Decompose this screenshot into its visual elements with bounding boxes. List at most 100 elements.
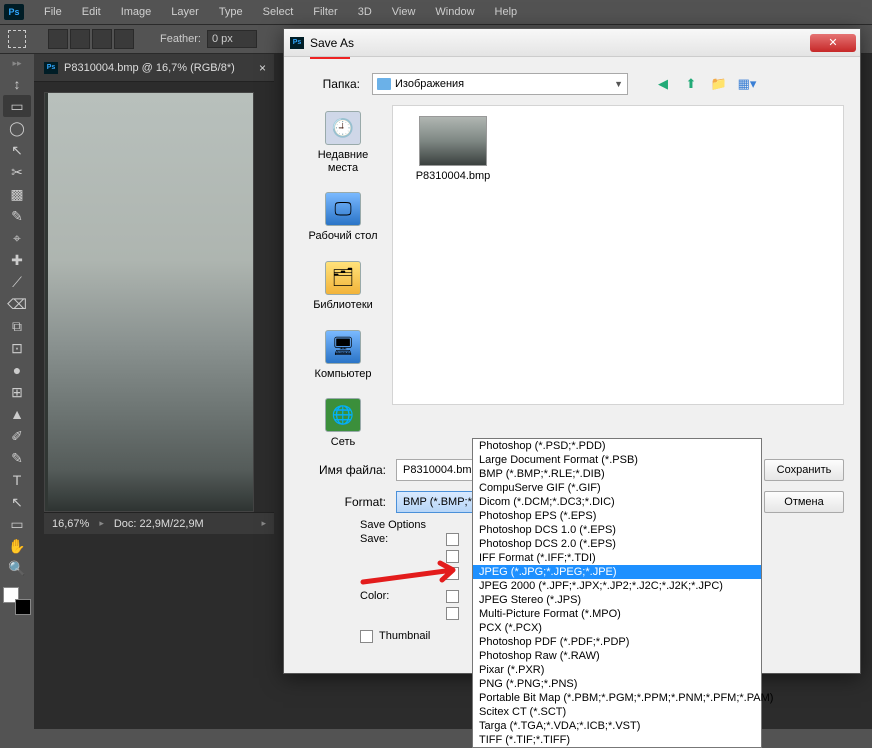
tool-6[interactable]: ✎	[3, 205, 31, 227]
menu-help[interactable]: Help	[485, 2, 528, 22]
format-option[interactable]: CompuServe GIF (*.GIF)	[473, 481, 761, 495]
format-option[interactable]: Photoshop EPS (*.EPS)	[473, 509, 761, 523]
save-checkbox-1[interactable]	[446, 533, 459, 546]
color-checkbox-1[interactable]	[446, 590, 459, 603]
chevron-down-icon[interactable]: ▼	[614, 79, 623, 89]
tool-4[interactable]: ✂	[3, 161, 31, 183]
tool-20[interactable]: ▭	[3, 513, 31, 535]
save-checkbox-3[interactable]	[446, 567, 459, 580]
background-color[interactable]	[15, 599, 31, 615]
format-option[interactable]: Portable Bit Map (*.PBM;*.PGM;*.PPM;*.PN…	[473, 691, 761, 705]
menu-window[interactable]: Window	[425, 2, 484, 22]
format-option[interactable]: Photoshop PDF (*.PDF;*.PDP)	[473, 635, 761, 649]
format-option[interactable]: IFF Format (*.IFF;*.TDI)	[473, 551, 761, 565]
zoom-level[interactable]: 16,67%	[52, 518, 89, 530]
format-option[interactable]: PNG (*.PNG;*.PNS)	[473, 677, 761, 691]
file-list-pane[interactable]: P8310004.bmp	[392, 105, 844, 405]
format-option[interactable]: Large Document Format (*.PSB)	[473, 453, 761, 467]
menu-filter[interactable]: Filter	[303, 2, 347, 22]
format-option[interactable]: JPEG (*.JPG;*.JPEG;*.JPE)	[473, 565, 761, 579]
format-option[interactable]: Photoshop DCS 1.0 (*.EPS)	[473, 523, 761, 537]
places-computer[interactable]: 🖥 Компьютер	[315, 330, 372, 381]
format-dropdown-list[interactable]: Photoshop (*.PSD;*.PDD)Large Document Fo…	[472, 438, 762, 748]
places-recent[interactable]: 🕘 Недавниеместа	[318, 111, 369, 174]
format-option[interactable]: Dicom (*.DCM;*.DC3;*.DIC)	[473, 495, 761, 509]
tool-5[interactable]: ▩	[3, 183, 31, 205]
format-option[interactable]: Targa (*.TGA;*.VDA;*.ICB;*.VST)	[473, 719, 761, 733]
document-tab[interactable]: Ps P8310004.bmp @ 16,7% (RGB/8*) ×	[34, 54, 274, 82]
menu-view[interactable]: View	[382, 2, 426, 22]
view-menu-icon[interactable]: ▦▾	[738, 75, 756, 93]
tool-22[interactable]: 🔍	[3, 557, 31, 579]
menu-select[interactable]: Select	[253, 2, 304, 22]
menu-3d[interactable]: 3D	[348, 2, 382, 22]
menu-file[interactable]: File	[34, 2, 72, 22]
tool-18[interactable]: T	[3, 469, 31, 491]
tool-1[interactable]: ▭	[3, 95, 31, 117]
folder-label: Папка:	[300, 77, 360, 91]
close-icon[interactable]: ×	[259, 61, 266, 75]
color-swatches[interactable]	[3, 587, 31, 615]
tool-13[interactable]: ●	[3, 359, 31, 381]
selection-subtract-icon[interactable]	[92, 29, 112, 49]
tool-0[interactable]: ↕	[3, 73, 31, 95]
marquee-tool-icon[interactable]	[8, 30, 26, 48]
selection-new-icon[interactable]	[48, 29, 68, 49]
tool-19[interactable]: ↖	[3, 491, 31, 513]
menu-type[interactable]: Type	[209, 2, 253, 22]
folder-combo[interactable]: Изображения ▼	[372, 73, 628, 95]
format-option[interactable]: Photoshop DCS 2.0 (*.EPS)	[473, 537, 761, 551]
format-option[interactable]: Photoshop Raw (*.RAW)	[473, 649, 761, 663]
selection-intersect-icon[interactable]	[114, 29, 134, 49]
tool-14[interactable]: ⊞	[3, 381, 31, 403]
places-libraries[interactable]: 🗂 Библиотеки	[313, 261, 373, 312]
color-checkbox-2[interactable]	[446, 607, 459, 620]
format-option[interactable]: Scitex CT (*.SCT)	[473, 705, 761, 719]
feather-input[interactable]	[207, 30, 257, 48]
tool-16[interactable]: ✐	[3, 425, 31, 447]
format-option[interactable]: TIFF (*.TIF;*.TIFF)	[473, 733, 761, 747]
tool-11[interactable]: ⧉	[3, 315, 31, 337]
format-option[interactable]: Multi-Picture Format (*.MPO)	[473, 607, 761, 621]
format-option[interactable]: JPEG 2000 (*.JPF;*.JPX;*.JP2;*.J2C;*.J2K…	[473, 579, 761, 593]
toolbox-chevron-icon[interactable]: ▸▸	[12, 58, 21, 69]
tool-7[interactable]: ⌖	[3, 227, 31, 249]
format-label: Format:	[300, 495, 386, 509]
places-network[interactable]: 🌐 Сеть	[325, 398, 361, 449]
save-checkbox-2[interactable]	[446, 550, 459, 563]
photoshop-logo-icon: Ps	[4, 4, 24, 20]
new-folder-icon[interactable]: 📁	[710, 75, 728, 93]
file-item[interactable]: P8310004.bmp	[403, 116, 503, 182]
tool-3[interactable]: ↖	[3, 139, 31, 161]
menu-image[interactable]: Image	[111, 2, 162, 22]
format-option[interactable]: JPEG Stereo (*.JPS)	[473, 593, 761, 607]
tool-9[interactable]: ⟋	[3, 271, 31, 293]
status-menu-icon[interactable]: ▸	[261, 518, 266, 529]
format-option[interactable]: Photoshop (*.PSD;*.PDD)	[473, 439, 761, 453]
thumbnail-checkbox[interactable]	[360, 630, 373, 643]
back-icon[interactable]: ◀	[654, 75, 672, 93]
tool-10[interactable]: ⌫	[3, 293, 31, 315]
feather-label: Feather:	[160, 33, 201, 45]
cancel-button[interactable]: Отмена	[764, 491, 844, 513]
menu-layer[interactable]: Layer	[161, 2, 209, 22]
selection-add-icon[interactable]	[70, 29, 90, 49]
tool-2[interactable]: ◯	[3, 117, 31, 139]
menu-edit[interactable]: Edit	[72, 2, 111, 22]
save-button[interactable]: Сохранить	[764, 459, 844, 481]
document-canvas[interactable]	[44, 92, 254, 512]
tool-12[interactable]: ⊡	[3, 337, 31, 359]
tool-21[interactable]: ✋	[3, 535, 31, 557]
up-icon[interactable]: ⬆	[682, 75, 700, 93]
tool-17[interactable]: ✎	[3, 447, 31, 469]
format-option[interactable]: Pixar (*.PXR)	[473, 663, 761, 677]
format-option[interactable]: PCX (*.PCX)	[473, 621, 761, 635]
status-arrow-icon[interactable]: ▸	[99, 518, 104, 529]
tool-15[interactable]: ▲	[3, 403, 31, 425]
places-desktop[interactable]: 🖵 Рабочий стол	[308, 192, 377, 243]
dialog-titlebar[interactable]: Ps Save As ✕	[284, 29, 860, 57]
tool-8[interactable]: ✚	[3, 249, 31, 271]
format-option[interactable]: BMP (*.BMP;*.RLE;*.DIB)	[473, 467, 761, 481]
dialog-close-button[interactable]: ✕	[810, 34, 856, 52]
network-icon: 🌐	[325, 398, 361, 432]
